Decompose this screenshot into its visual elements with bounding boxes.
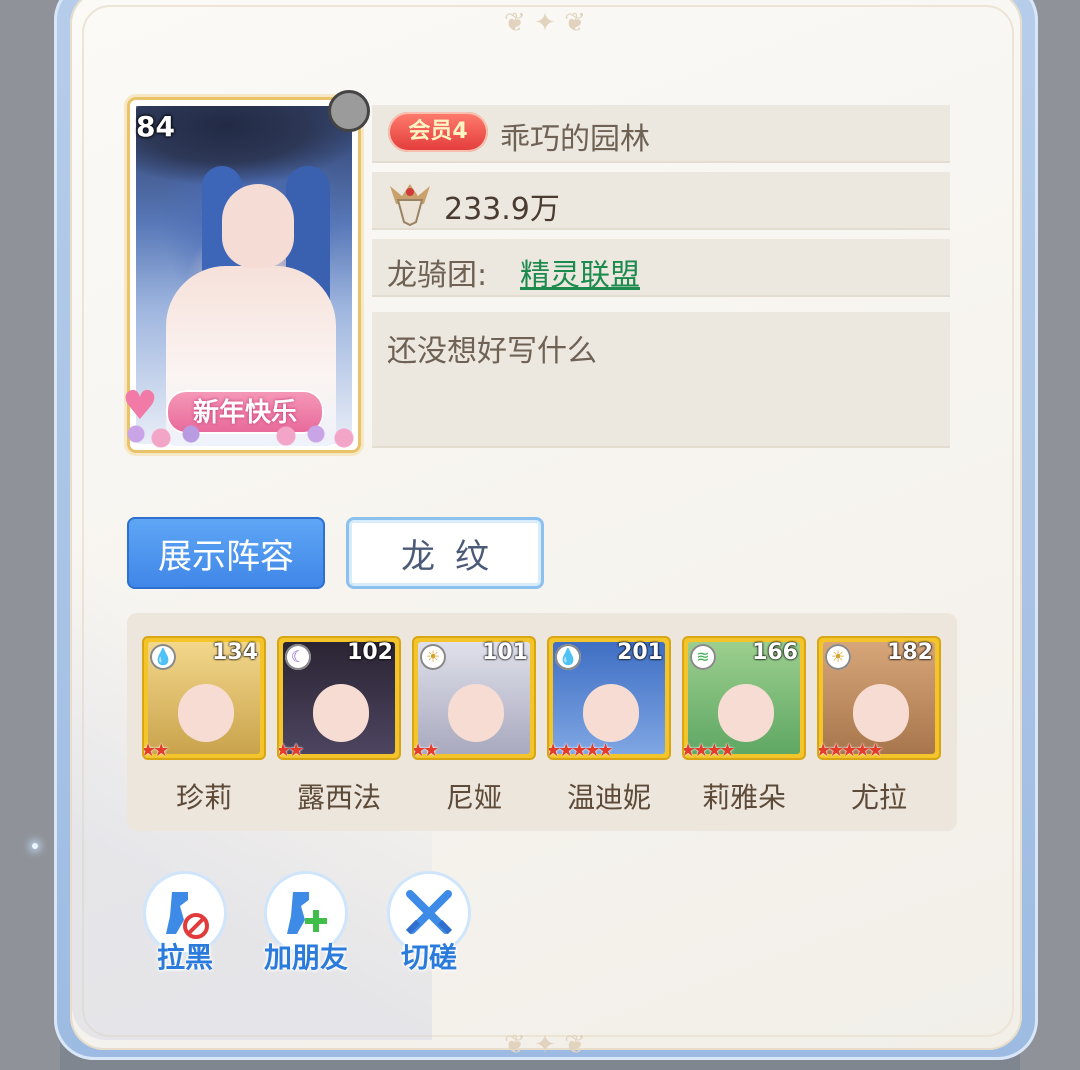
flower-decoration-icon — [116, 422, 364, 448]
backdrop-left — [0, 0, 60, 1070]
sun-icon: ☀ — [420, 644, 446, 670]
hero-face — [178, 684, 234, 742]
hero-name: 尤拉 — [850, 781, 907, 814]
hero-card: ☾ 102 ★★ — [279, 638, 399, 758]
hero-level: 134 — [212, 640, 258, 665]
status-dot-icon — [328, 90, 370, 132]
hero-face — [853, 684, 909, 742]
lineup-hero[interactable]: ☾ 102 ★★ 露西法 — [279, 638, 403, 816]
hero-face — [583, 684, 639, 742]
block-label: 拉黑 — [156, 941, 213, 974]
player-name: 乖巧的园林 — [500, 122, 650, 157]
duel-label: 切磋 — [400, 941, 457, 974]
sparkle — [32, 843, 38, 849]
signature-text: 还没想好写什么 — [387, 334, 597, 369]
guild-label: 龙骑团: — [387, 258, 488, 293]
hero-level: 102 — [347, 640, 393, 665]
player-level: 84 — [136, 110, 175, 143]
hero-card: 💧 201 ★★★★★ — [549, 638, 669, 758]
hero-name: 露西法 — [296, 781, 381, 814]
add-friend-icon — [287, 892, 327, 934]
tab-dragon-pattern[interactable]: 龙纹 — [346, 517, 544, 589]
hero-face — [448, 684, 504, 742]
hero-level: 101 — [482, 640, 528, 665]
lineup-hero[interactable]: ☀ 101 ★★ 尼娅 — [414, 638, 538, 816]
lineup-hero[interactable]: ≋ 166 ★★★★ 莉雅朵 — [684, 638, 808, 816]
wind-icon: ≋ — [690, 644, 716, 670]
lineup-hero[interactable]: 💧 201 ★★★★★ 温迪妮 — [549, 638, 673, 816]
guild-link[interactable]: 精灵联盟 — [520, 250, 640, 294]
lineup-hero[interactable]: 💧 134 ★★ 珍莉 — [144, 638, 268, 816]
hero-card: ≋ 166 ★★★★ — [684, 638, 804, 758]
hero-name: 珍莉 — [175, 781, 232, 814]
star-rating-icon: ★★★★★ — [549, 740, 614, 758]
block-button[interactable]: 拉黑 — [140, 874, 230, 974]
moon-icon: ☾ — [285, 644, 311, 670]
portrait-face — [222, 184, 294, 268]
hero-name: 温迪妮 — [566, 781, 651, 814]
bottom-ornament-icon: ❦ ✦ ❦ — [504, 1030, 586, 1060]
star-rating-icon: ★★ — [279, 740, 304, 758]
block-user-icon — [166, 892, 209, 939]
hero-face — [313, 684, 369, 742]
star-rating-icon: ★★★★★ — [819, 740, 884, 758]
hero-level: 182 — [887, 640, 933, 665]
avatar-frame-banner: ♥ 新年快乐 — [116, 378, 364, 450]
hero-level: 166 — [752, 640, 798, 665]
lineup-hero[interactable]: ☀ 182 ★★★★★ 尤拉 — [819, 638, 943, 816]
tab-show-lineup[interactable]: 展示阵容 — [127, 517, 325, 589]
hero-card: 💧 134 ★★ — [144, 638, 264, 758]
power-value: 233.9万 — [444, 192, 560, 227]
sun-icon: ☀ — [825, 644, 851, 670]
crossed-swords-icon — [405, 890, 453, 935]
add-friend-label: 加朋友 — [263, 941, 348, 974]
top-ornament-icon: ❦ ✦ ❦ — [504, 8, 586, 38]
star-rating-icon: ★★ — [144, 740, 169, 758]
hero-card: ☀ 101 ★★ — [414, 638, 534, 758]
hero-face — [718, 684, 774, 742]
water-icon: 💧 — [150, 644, 176, 670]
hero-level: 201 — [617, 640, 663, 665]
star-rating-icon: ★★★★ — [684, 740, 736, 758]
star-rating-icon: ★★ — [414, 740, 439, 758]
water-icon: 💧 — [555, 644, 581, 670]
hero-name: 尼娅 — [445, 781, 502, 814]
power-crest-icon — [390, 184, 430, 226]
add-friend-button[interactable]: 加朋友 — [261, 874, 351, 974]
duel-button[interactable]: 切磋 — [384, 874, 474, 974]
hero-name: 莉雅朵 — [701, 781, 786, 814]
vip-badge: 会员4 — [388, 112, 488, 152]
hero-card: ☀ 182 ★★★★★ — [819, 638, 939, 758]
